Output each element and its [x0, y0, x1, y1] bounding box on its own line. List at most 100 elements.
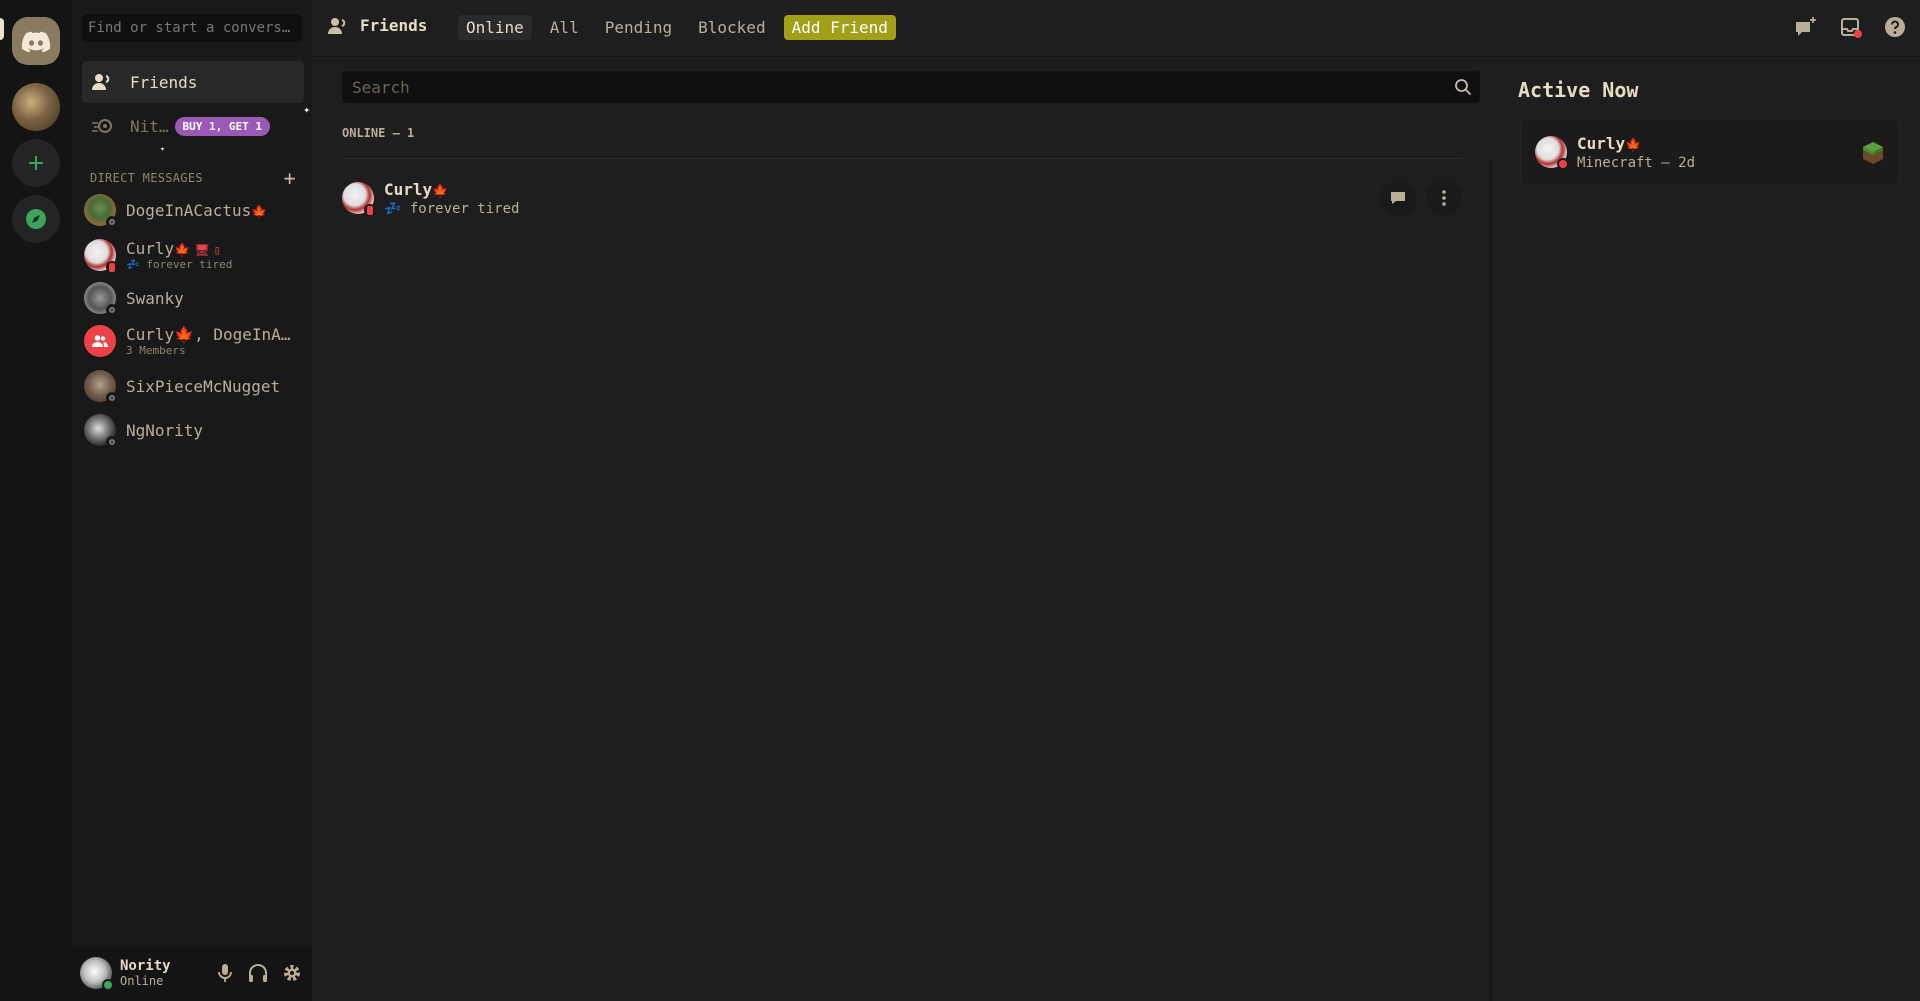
avatar	[342, 182, 376, 216]
activity-text: Minecraft — 2d	[1577, 154, 1696, 171]
friend-row[interactable]: Curly🍁 💤 forever tired	[342, 170, 1462, 226]
tab-all[interactable]: All	[542, 15, 587, 40]
tab-online[interactable]: Online	[458, 15, 532, 40]
minecraft-grass-block-icon	[1863, 142, 1883, 164]
nitro-icon	[92, 119, 112, 133]
message-button[interactable]	[1380, 180, 1416, 216]
server-rail	[0, 0, 72, 1001]
status-offline-icon	[106, 304, 118, 316]
desktop-icon: 🖥	[194, 243, 210, 257]
dm-name: Curly	[126, 239, 175, 258]
status-dnd-icon	[1557, 158, 1569, 170]
dm-section-header: DIRECT MESSAGES +	[90, 166, 296, 190]
find-conversation-button[interactable]: Find or start a convers…	[82, 14, 302, 42]
active-now-panel: Active Now Curly🍁 Minecraft — 2d	[1492, 58, 1920, 1001]
settings-gear-icon[interactable]	[282, 963, 302, 983]
sidebar-item-friends-label: Friends	[130, 72, 198, 92]
avatar	[84, 239, 118, 273]
dm-item[interactable]: NgNority	[84, 414, 304, 448]
headphones-icon[interactable]	[248, 963, 268, 983]
dm-item[interactable]: DogeInACactus🍁	[84, 194, 304, 228]
friends-list-panel: Search ONLINE — 1 Curly🍁 💤 forever tired	[312, 58, 1490, 1001]
page-title-label: Friends	[360, 16, 428, 35]
dm-name: DogeInACactus	[126, 200, 252, 220]
sidebar-item-friends[interactable]: Friends	[82, 61, 304, 103]
search-placeholder: Search	[352, 77, 410, 97]
friends-wave-icon	[92, 74, 110, 90]
active-now-title: Active Now	[1518, 78, 1639, 102]
top-bar: Friends Online All Pending Blocked Add F…	[312, 0, 1920, 57]
member-count: 3 Members	[126, 344, 186, 357]
status-mobile-icon	[364, 204, 376, 216]
status-offline-icon	[106, 436, 118, 448]
maple-leaf-icon: 🍁	[174, 243, 191, 258]
maple-leaf-icon: 🍁	[1625, 137, 1642, 153]
dm-name: NgNority	[126, 420, 204, 440]
status-offline-icon	[106, 216, 118, 228]
search-icon	[1455, 79, 1472, 96]
tab-blocked[interactable]: Blocked	[690, 15, 773, 40]
user-status: Online	[120, 974, 164, 988]
home-button[interactable]	[12, 17, 60, 65]
user-panel: Nority Online	[72, 945, 312, 1001]
compass-icon	[26, 209, 46, 229]
online-count-header: ONLINE — 1	[342, 126, 415, 140]
sidebar-item-nitro-label: Nit…	[130, 116, 169, 136]
plus-icon	[29, 156, 43, 170]
new-group-dm-icon[interactable]	[1794, 16, 1818, 38]
avatar	[84, 282, 118, 316]
active-user-name: Curly	[1577, 133, 1626, 153]
status-offline-icon	[106, 392, 118, 404]
dm-item[interactable]: Swanky	[84, 282, 304, 316]
zzz-icon: 💤	[126, 258, 140, 271]
avatar	[84, 414, 118, 448]
avatar	[84, 194, 118, 228]
maple-leaf-icon: 🍁	[432, 183, 449, 199]
friends-tabs: Online All Pending Blocked Add Friend	[458, 15, 896, 40]
status-mobile-icon	[106, 261, 118, 273]
status-online-icon	[102, 979, 114, 991]
friend-status-text: forever tired	[409, 200, 520, 217]
selected-indicator	[0, 18, 4, 40]
dm-header-label: DIRECT MESSAGES	[90, 171, 203, 185]
help-icon[interactable]	[1884, 16, 1906, 38]
friends-wave-icon	[328, 17, 346, 34]
user-avatar[interactable]	[80, 957, 114, 991]
zzz-icon: 💤	[384, 200, 402, 217]
sparkle-icon: ✦	[160, 144, 165, 153]
more-vertical-icon	[1442, 190, 1446, 206]
dm-sidebar: Find or start a convers… Friends Nit… BU…	[72, 0, 312, 1001]
dm-item[interactable]: SixPieceMcNugget	[84, 370, 304, 404]
create-dm-icon[interactable]: +	[284, 166, 296, 190]
explore-servers-button[interactable]	[12, 195, 60, 243]
avatar	[84, 370, 118, 404]
maple-leaf-icon: 🍁	[251, 204, 268, 220]
server-icon-guild[interactable]	[12, 83, 60, 131]
dm-item[interactable]: Curly🍁 🖥 ▯ 💤 forever tired	[84, 239, 304, 273]
add-server-button[interactable]	[12, 139, 60, 187]
sparkle-icon: ✦	[303, 103, 310, 116]
username: Nority	[120, 958, 171, 974]
dm-status-text: forever tired	[146, 258, 233, 271]
friends-search-input[interactable]: Search	[342, 71, 1480, 103]
dm-name: Curly🍁, DogeInA…	[126, 325, 291, 344]
more-options-button[interactable]	[1426, 180, 1462, 216]
add-friend-button[interactable]: Add Friend	[783, 15, 896, 40]
inbox-icon[interactable]	[1840, 16, 1862, 38]
sidebar-item-nitro[interactable]: Nit… BUY 1, GET 1 ✦ ✦	[82, 103, 310, 153]
dm-name: SixPieceMcNugget	[126, 376, 281, 396]
nitro-promo-badge: BUY 1, GET 1	[174, 116, 271, 136]
find-conversation-placeholder: Find or start a convers…	[88, 20, 291, 36]
mobile-icon: ▯	[213, 243, 221, 257]
avatar	[1535, 136, 1569, 170]
friend-name: Curly	[384, 179, 433, 199]
discord-logo-icon	[21, 31, 51, 53]
active-now-card[interactable]: Curly🍁 Minecraft — 2d	[1520, 118, 1900, 186]
group-avatar	[84, 325, 116, 357]
group-icon	[92, 335, 108, 347]
dm-item-group[interactable]: Curly🍁, DogeInA… 3 Members	[84, 325, 304, 357]
microphone-icon[interactable]	[216, 963, 234, 983]
divider	[342, 158, 1462, 159]
dm-name: Swanky	[126, 288, 184, 308]
tab-pending[interactable]: Pending	[597, 15, 680, 40]
